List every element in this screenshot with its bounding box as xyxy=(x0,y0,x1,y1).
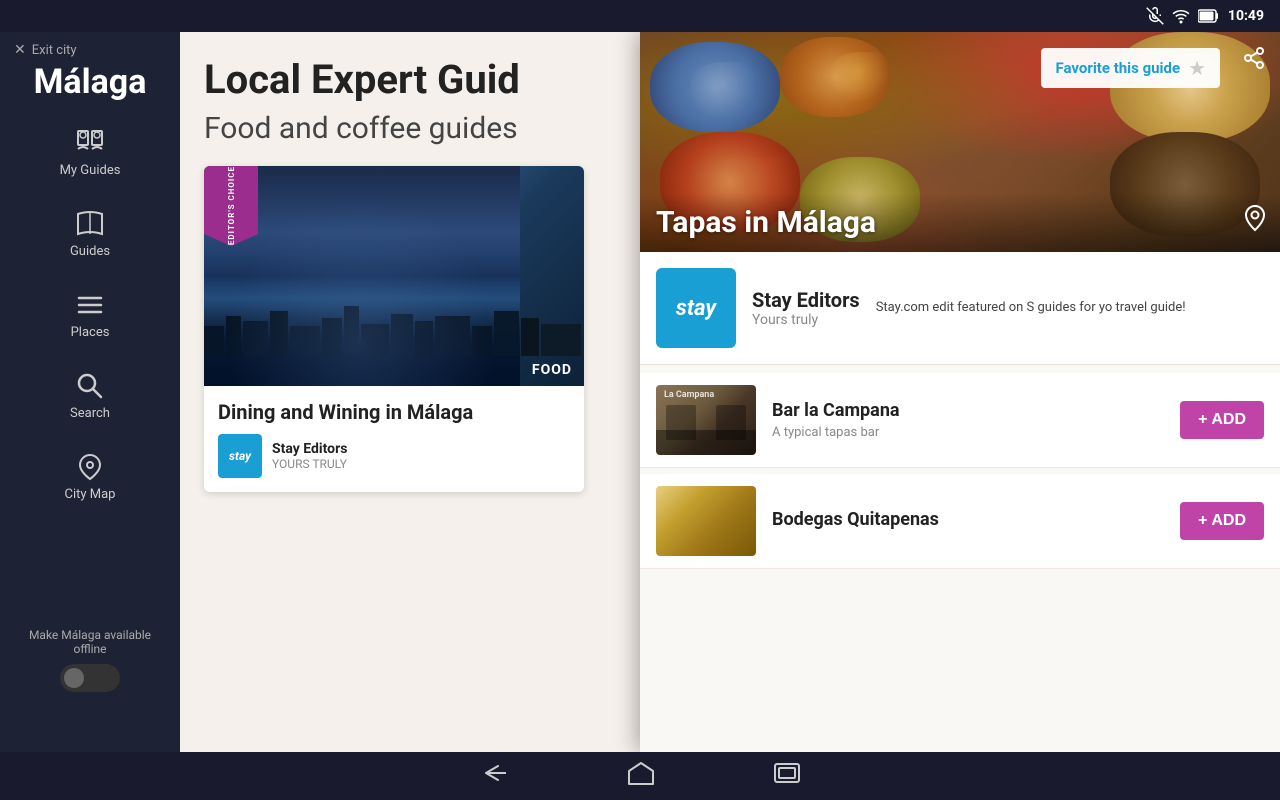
sidebar-item-search[interactable]: Search xyxy=(0,364,180,427)
exit-city-button[interactable]: ✕ Exit city xyxy=(0,42,77,58)
share-button[interactable] xyxy=(1242,46,1266,76)
editors-choice-text: EDITOR'S CHOICE xyxy=(227,166,236,245)
place-name-bar-la-campana: Bar la Campana xyxy=(772,400,1180,421)
favorite-button[interactable]: Favorite this guide ★ xyxy=(1041,48,1220,88)
star-icon: ★ xyxy=(1188,56,1206,80)
author-info: Stay Editors YOURS TRULY xyxy=(272,441,347,471)
bottom-nav xyxy=(0,752,1280,800)
app-container: ✕ Exit city Málaga My Guides Guides xyxy=(0,32,1280,752)
stay-text: stay xyxy=(229,449,251,463)
city-map-label: City Map xyxy=(65,487,116,502)
status-icons: 10:49 xyxy=(1146,7,1264,25)
place-image-bar-la-campana: La Campana xyxy=(656,385,756,455)
offline-text: Make Málaga available offline xyxy=(12,628,168,656)
hero-overlay: Tapas in Málaga xyxy=(640,193,1280,252)
author-name: Stay Editors xyxy=(272,441,347,457)
pin-icon xyxy=(1244,204,1266,232)
recents-icon xyxy=(774,763,800,783)
offline-section: Make Málaga available offline xyxy=(0,628,180,692)
status-bar: 10:49 xyxy=(0,0,1280,32)
overlay-panel: Favorite this guide ★ Tapas in Málaga xyxy=(640,32,1280,752)
search-label: Search xyxy=(70,406,110,421)
wifi-icon xyxy=(1172,7,1190,25)
back-icon xyxy=(480,762,508,784)
city-map-icon xyxy=(74,451,106,483)
battery-icon xyxy=(1198,9,1220,23)
place-name-bodegas: Bodegas Quitapenas xyxy=(772,509,1180,530)
bar-campana-img: La Campana xyxy=(656,385,756,455)
editors-choice-badge: EDITOR'S CHOICE xyxy=(204,166,258,246)
my-guides-label: My Guides xyxy=(60,163,121,178)
sidebar-item-city-map[interactable]: City Map xyxy=(0,445,180,508)
stay-logo-text: stay xyxy=(676,296,716,321)
place-item-bar-la-campana: La Campana Bar la Campana A typical tapa… xyxy=(640,373,1280,468)
exit-city-label: Exit city xyxy=(32,43,77,58)
city-name: Málaga xyxy=(26,64,155,101)
author-details: Stay Editors Yours truly xyxy=(736,288,876,328)
share-icon xyxy=(1242,46,1266,70)
sidebar-item-my-guides[interactable]: My Guides xyxy=(0,121,180,184)
search-icon xyxy=(74,370,106,402)
back-button[interactable] xyxy=(480,762,508,790)
stay-logo-large: stay xyxy=(656,268,736,348)
author-sub-large: Yours truly xyxy=(752,312,860,328)
stay-logo-small: stay xyxy=(218,434,262,478)
author-section: stay Stay Editors Yours truly Stay.com e… xyxy=(640,252,1280,365)
sidebar: ✕ Exit city Málaga My Guides Guides xyxy=(0,32,180,752)
status-time: 10:49 xyxy=(1228,8,1264,24)
background-card[interactable]: EDITOR'S CHOICE FOOD Dining and Wining i… xyxy=(204,166,584,492)
my-guides-icon xyxy=(74,127,106,159)
main-content: Local Expert Guid Food and coffee guides xyxy=(180,32,1280,752)
home-button[interactable] xyxy=(628,761,654,791)
sidebar-item-guides[interactable]: Guides xyxy=(0,202,180,265)
home-icon xyxy=(628,761,654,785)
places-icon xyxy=(74,289,106,321)
add-label-bodegas: + ADD xyxy=(1198,512,1246,530)
hero-image: Favorite this guide ★ Tapas in Málaga xyxy=(640,32,1280,252)
recents-button[interactable] xyxy=(774,763,800,789)
food-label: FOOD xyxy=(520,354,584,386)
add-label-bar-la-campana: + ADD xyxy=(1198,411,1246,429)
guides-label: Guides xyxy=(70,244,110,259)
mute-icon xyxy=(1146,7,1164,25)
bodegas-img xyxy=(656,486,756,556)
sidebar-item-places[interactable]: Places xyxy=(0,283,180,346)
place-image-bodegas xyxy=(656,486,756,556)
bg-card-title: Dining and Wining in Málaga xyxy=(218,400,570,424)
places-label: Places xyxy=(71,325,110,340)
author-description: Stay.com edit featured on S guides for y… xyxy=(876,298,1264,318)
close-icon: ✕ xyxy=(14,42,26,58)
author-name-large: Stay Editors xyxy=(752,288,860,312)
bg-card-info: Dining and Wining in Málaga stay Stay Ed… xyxy=(204,386,584,492)
pin-button[interactable] xyxy=(1244,204,1266,238)
author-subtitle: YOURS TRULY xyxy=(272,457,347,471)
add-button-bar-la-campana[interactable]: + ADD xyxy=(1180,401,1264,439)
place-info-bar-la-campana: Bar la Campana A typical tapas bar xyxy=(772,400,1180,440)
place-info-bodegas: Bodegas Quitapenas xyxy=(772,509,1180,534)
favorite-label: Favorite this guide xyxy=(1055,59,1180,77)
guide-title: Tapas in Málaga xyxy=(656,205,876,240)
bg-card-author: stay Stay Editors YOURS TRULY xyxy=(218,434,570,478)
place-desc-bar-la-campana: A typical tapas bar xyxy=(772,425,1180,440)
offline-toggle[interactable] xyxy=(60,664,120,692)
guides-icon xyxy=(74,208,106,240)
add-button-bodegas[interactable]: + ADD xyxy=(1180,502,1264,540)
place-item-bodegas: Bodegas Quitapenas + ADD xyxy=(640,474,1280,569)
places-list: La Campana Bar la Campana A typical tapa… xyxy=(640,365,1280,752)
bg-card-image: EDITOR'S CHOICE FOOD xyxy=(204,166,584,386)
